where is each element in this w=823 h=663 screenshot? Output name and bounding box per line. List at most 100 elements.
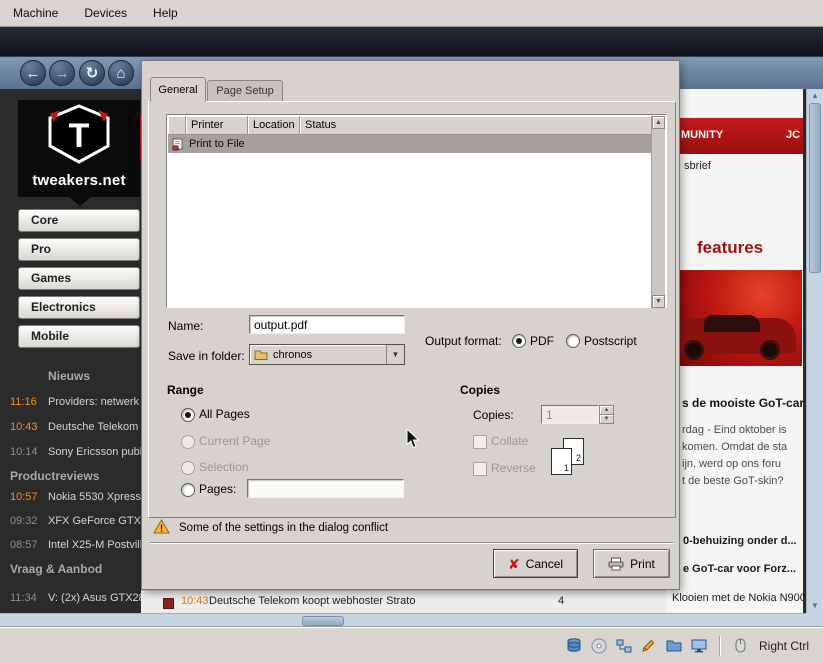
car-wheel-shape — [684, 340, 704, 360]
review-item[interactable]: 10:57 Nokia 5530 Xpress! — [0, 491, 144, 505]
feature-article-line: komen. Omdat de sta — [682, 441, 788, 453]
copies-spinner-value[interactable]: 1 — [541, 405, 599, 424]
review-link[interactable]: XFX GeForce GTX26 — [48, 515, 153, 527]
featured-car-image[interactable] — [668, 270, 802, 366]
marketplace-time: 11:34 — [10, 592, 37, 604]
vm-menu-devices[interactable]: Devices — [71, 0, 140, 26]
radio-postscript-label[interactable]: Postscript — [584, 334, 637, 348]
feature-link[interactable]: Klooien met de Nokia N900 — [672, 592, 806, 604]
copies-spin-down[interactable]: ▼ — [599, 414, 614, 424]
hdd-icon[interactable] — [565, 637, 583, 655]
home-button[interactable]: ⌂ — [108, 60, 134, 86]
output-format-label: Output format: — [425, 334, 502, 348]
horizontal-scrollbar-thumb[interactable] — [302, 616, 344, 626]
cancel-button[interactable]: ✘ Cancel — [493, 549, 578, 578]
radio-pages[interactable] — [181, 483, 195, 497]
pencil-icon[interactable] — [640, 637, 658, 655]
forward-button[interactable]: → — [49, 60, 75, 86]
review-link[interactable]: Nokia 5530 Xpress! — [48, 491, 144, 503]
listing-title-link[interactable]: Deutsche Telekom koopt webhoster Strato — [209, 595, 415, 607]
listing-comment-count[interactable]: 4 — [558, 595, 564, 607]
nav-jobs-fragment[interactable]: JC — [786, 129, 800, 141]
scroll-down-icon: ▼ — [655, 298, 662, 305]
vm-statusbar: Right Ctrl — [0, 627, 823, 663]
listing-time: 10:43 — [181, 595, 209, 607]
vertical-scrollbar[interactable]: ▲ ▼ — [806, 89, 823, 613]
news-link[interactable]: Deutsche Telekom — [48, 421, 138, 433]
refresh-button[interactable]: ↻ — [79, 60, 105, 86]
scroll-up-icon[interactable]: ▲ — [811, 92, 819, 100]
review-item[interactable]: 08:57 Intel X25-M Postvill — [0, 539, 142, 553]
spin-up-icon: ▲ — [603, 407, 610, 413]
news-item[interactable]: 11:16 Providers: netwerk — [0, 396, 141, 410]
network-icon[interactable] — [615, 637, 633, 655]
news-link[interactable]: Providers: netwerk — [48, 396, 139, 408]
range-title: Range — [167, 383, 204, 397]
cd-icon[interactable] — [590, 637, 608, 655]
feature-link[interactable]: 0-behuizing onder d... — [683, 535, 797, 547]
back-button[interactable]: ← — [20, 60, 46, 86]
print-button[interactable]: Print — [593, 549, 670, 578]
vm-menu-help[interactable]: Help — [140, 0, 191, 26]
column-header-printer[interactable]: Printer — [186, 116, 248, 135]
marketplace-link[interactable]: V: (2x) Asus GTX285 — [48, 592, 151, 604]
browser-tabbar: Tweakers.net - 11.929 be... × + 3:42a — [0, 27, 823, 83]
news-link[interactable]: Sony Ericsson public — [48, 446, 150, 458]
news-item[interactable]: 10:14 Sony Ericsson public — [0, 446, 150, 460]
review-item[interactable]: 09:32 XFX GeForce GTX26 — [0, 515, 153, 529]
sidebar-item-electronics[interactable]: Electronics — [18, 296, 140, 319]
pages-range-input[interactable] — [247, 479, 404, 498]
printer-row-print-to-file[interactable]: Print to File — [168, 135, 652, 153]
column-header-status[interactable]: Status — [300, 116, 652, 135]
button-separator — [150, 542, 673, 544]
tab-page-setup[interactable]: Page Setup — [207, 80, 283, 102]
radio-pages-label[interactable]: Pages: — [199, 482, 236, 496]
vertical-scrollbar-thumb[interactable] — [809, 103, 821, 273]
scroll-down-icon[interactable]: ▼ — [811, 602, 819, 610]
reverse-label: Reverse — [491, 461, 536, 475]
radio-all-pages[interactable] — [181, 408, 195, 422]
feature-link[interactable]: e GoT-car voor Forz... — [683, 563, 796, 575]
cancel-button-label: Cancel — [525, 556, 564, 571]
radio-pdf[interactable] — [512, 334, 526, 348]
back-icon: ← — [25, 64, 41, 82]
radio-pdf-label[interactable]: PDF — [530, 334, 554, 348]
sidebar-item-pro[interactable]: Pro — [18, 238, 140, 261]
folder-dropdown-icon[interactable]: ▼ — [386, 345, 404, 364]
radio-postscript[interactable] — [566, 334, 580, 348]
sidebar-item-mobile[interactable]: Mobile — [18, 325, 140, 348]
printer-list-scrollbar[interactable]: ▲ ▼ — [651, 116, 665, 308]
folder-icon — [254, 350, 268, 360]
column-header-icon[interactable] — [168, 116, 186, 135]
collate-checkbox — [473, 435, 487, 449]
shared-folder-icon[interactable] — [665, 637, 683, 655]
news-section-title: Nieuws — [48, 369, 91, 383]
scrollbar-corner — [806, 613, 823, 627]
horizontal-scrollbar[interactable] — [0, 613, 806, 627]
cancel-x-icon: ✘ — [507, 555, 520, 572]
marketplace-item[interactable]: 11:34 V: (2x) Asus GTX285 — [0, 592, 151, 606]
vm-menu-machine[interactable]: Machine — [0, 0, 71, 26]
mouse-integration-icon[interactable] — [732, 637, 750, 655]
list-scroll-down[interactable]: ▼ — [652, 295, 665, 308]
refresh-icon: ↻ — [85, 65, 99, 82]
site-logo[interactable]: T tweakers.net — [18, 100, 140, 197]
feature-article-title[interactable]: s de mooiste GoT-car — [682, 396, 804, 410]
name-label: Name: — [168, 319, 204, 333]
news-item[interactable]: 10:43 Deutsche Telekom — [0, 421, 141, 435]
list-scroll-up[interactable]: ▲ — [652, 116, 665, 129]
feature-article-line: t de beste GoT-skin? — [682, 475, 784, 487]
review-link[interactable]: Intel X25-M Postvill — [48, 539, 142, 551]
newsletter-fragment[interactable]: sbrief — [684, 160, 711, 172]
name-input[interactable]: output.pdf — [249, 315, 405, 334]
display-icon[interactable] — [690, 637, 708, 655]
folder-select[interactable]: chronos ▼ — [249, 344, 405, 365]
nav-community-fragment[interactable]: MUNITY — [681, 129, 723, 141]
warning-mark: ! — [160, 524, 163, 535]
sidebar-item-games[interactable]: Games — [18, 267, 140, 290]
sidebar-item-core[interactable]: Core — [18, 209, 140, 232]
tab-general[interactable]: General — [150, 77, 206, 102]
column-header-location[interactable]: Location — [248, 116, 300, 135]
radio-current-page-label: Current Page — [199, 434, 271, 448]
radio-all-pages-label[interactable]: All Pages — [199, 407, 250, 421]
